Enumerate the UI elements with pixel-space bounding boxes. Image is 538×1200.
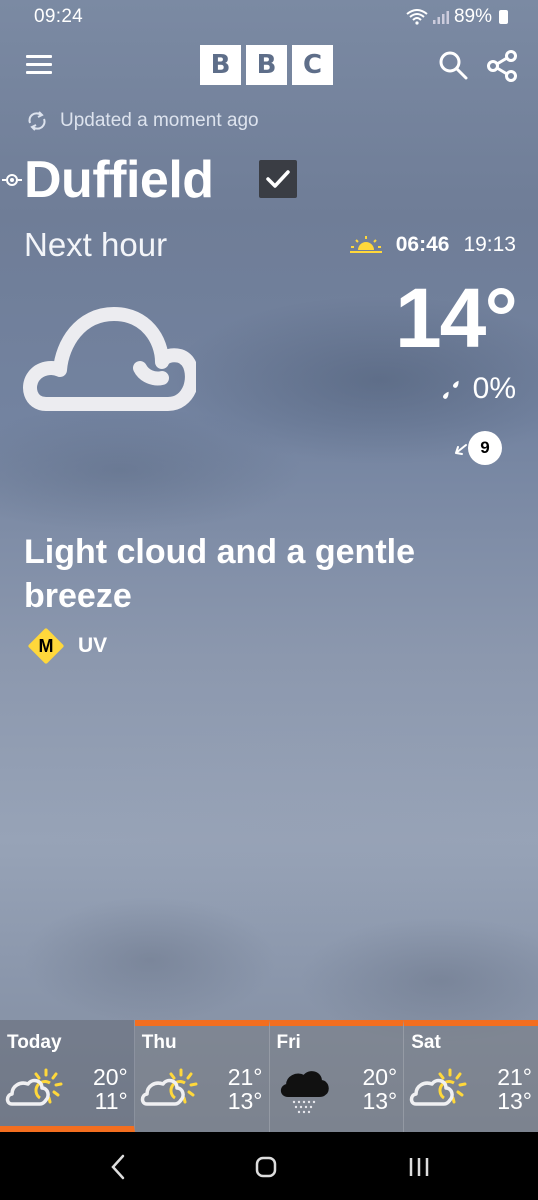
day-name: Sat [411,1032,441,1053]
search-icon[interactable] [438,50,468,80]
forecast-day-today[interactable]: Today 20° 11° [0,1020,135,1132]
battery-icon [499,10,508,24]
refresh-icon [28,111,46,131]
day-low: 11° [94,1088,128,1114]
forecast-day-fri[interactable]: Fri 20° 13° [269,1020,405,1132]
forecast-strip: Today 20° 11° Thu 21° 13° Fri 20° 13° Sa… [0,1020,538,1132]
uv-badge: M [24,624,68,668]
updated-text: Updated a moment ago [60,110,259,131]
day-low: 13° [227,1088,263,1114]
drizzle-cloud-icon [280,1071,329,1114]
status-time: 09:24 [34,6,84,27]
day-name: Thu [141,1032,177,1053]
home-icon[interactable] [255,1156,277,1178]
wind-direction-icon [455,444,467,455]
light-cloud-icon [23,307,196,411]
day-high: 21° [227,1064,263,1090]
light-cloud-sun-icon [140,1068,198,1106]
day-high: 21° [497,1064,532,1090]
favourite-checkbox[interactable] [259,160,297,198]
current-location-icon [2,174,22,186]
check-icon [266,170,290,188]
weather-description: Light cloud and a gentle breeze [24,533,415,615]
rain-chance-value: 0% [472,372,516,405]
back-icon[interactable] [108,1152,128,1182]
wind-speed: 9 [468,431,502,465]
day-name: Fri [276,1032,301,1053]
day-low: 13° [497,1088,532,1114]
uv-level: M [38,635,54,656]
sun-times: 06:46 19:13 [349,233,516,257]
light-cloud-sun-icon [410,1068,467,1106]
current-temperature: 14° [394,271,518,365]
forecast-day-sat[interactable]: Sat 21° 13° [404,1020,538,1132]
sunset-time: 19:13 [463,233,516,256]
sunrise-time: 06:46 [395,233,450,256]
logo-letter: C [292,45,333,85]
status-icons: 89% [406,6,508,28]
battery-percent: 89% [453,6,492,27]
day-high: 20° [362,1064,398,1090]
share-icon[interactable] [486,50,518,82]
period-label: Next hour [24,226,168,263]
raindrops-icon [442,380,459,399]
uv-label: UV [78,634,108,657]
logo-letter: B [200,45,241,85]
location-name: Duffield [24,151,214,209]
day-name: Today [7,1032,62,1053]
day-low: 13° [362,1088,398,1114]
updated-row[interactable]: Updated a moment ago [26,110,259,132]
bbc-logo[interactable]: B B C [200,45,333,85]
wifi-icon [406,9,428,25]
wind-indicator: 9 [454,431,502,465]
recent-apps-icon[interactable] [408,1155,430,1179]
forecast-day-thu[interactable]: Thu 21° 13° [134,1020,270,1132]
uv-indicator: M UV [24,624,107,668]
sunrise-icon [349,236,382,253]
signal-icon [432,11,449,24]
day-high: 20° [92,1064,128,1090]
menu-icon[interactable] [26,55,52,77]
rain-chance: 0% [439,372,516,406]
light-cloud-sun-icon [5,1068,63,1106]
logo-letter: B [246,45,287,85]
